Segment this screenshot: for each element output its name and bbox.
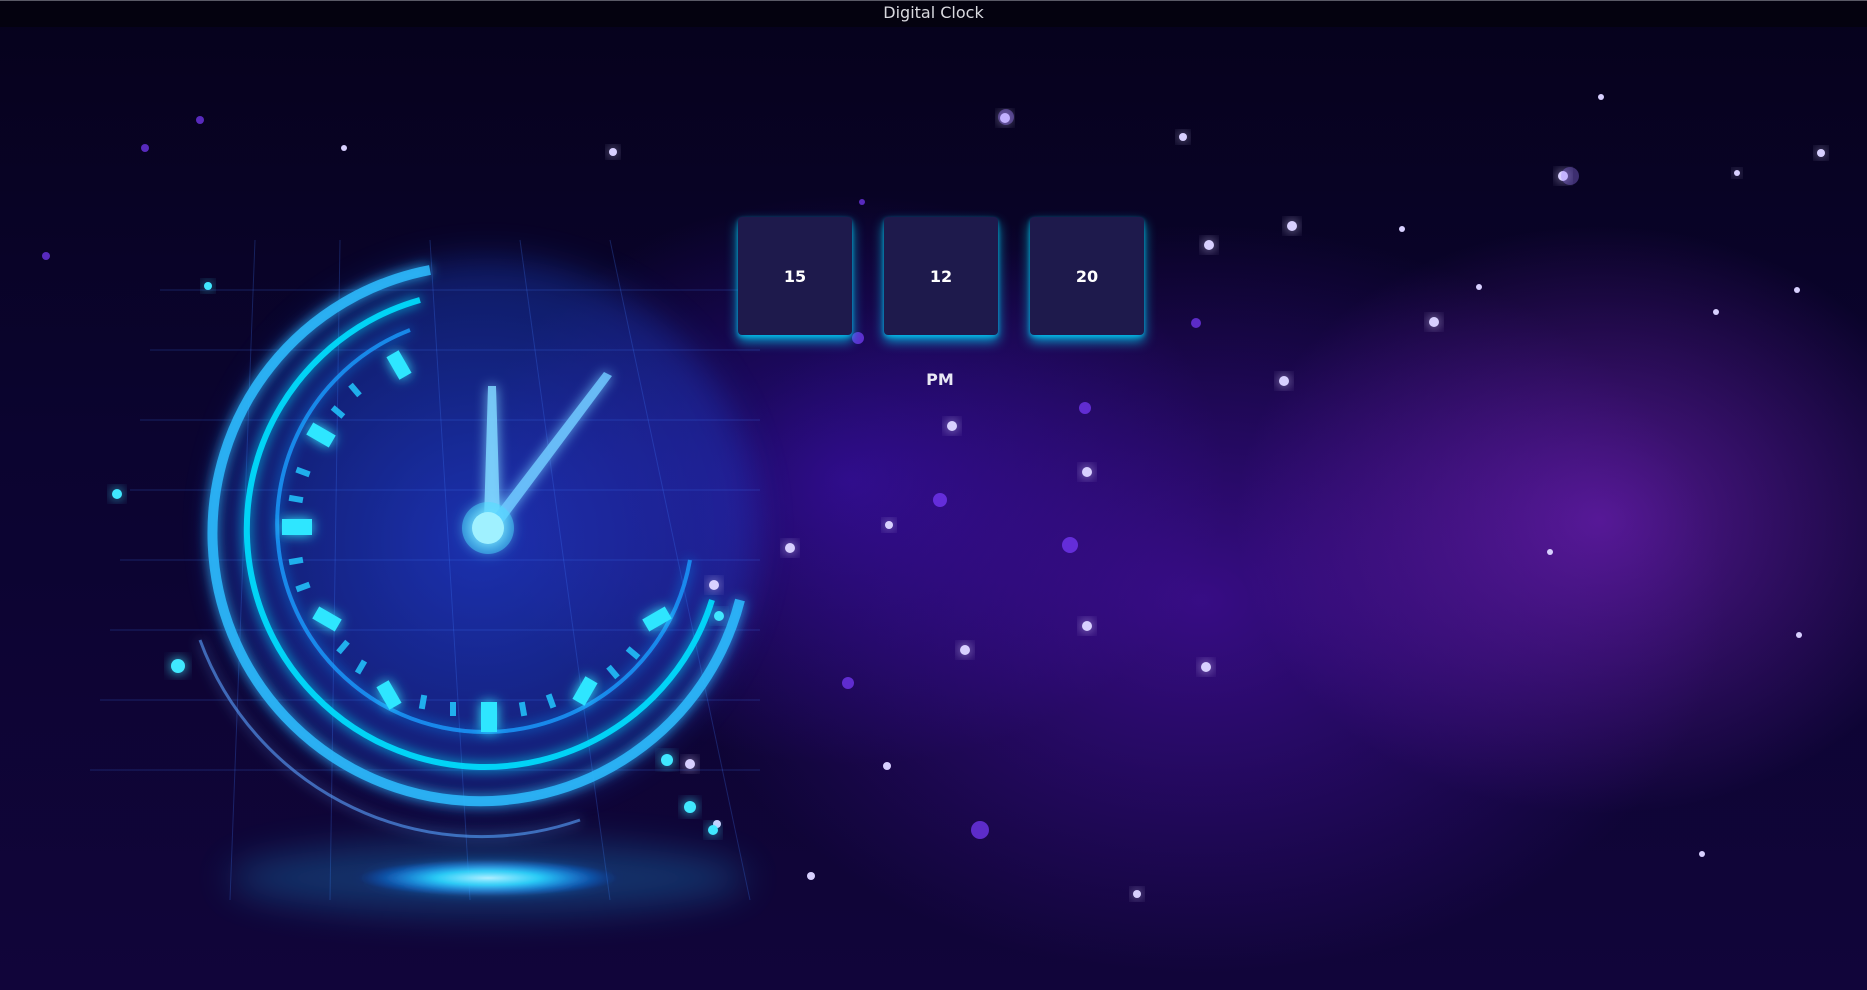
window-title: Digital Clock [883,3,984,22]
analog-clock-illustration [42,94,1825,914]
title-bar: Digital Clock [0,0,1867,27]
app-window: Digital Clock 15 12 20 PM [0,0,1867,990]
minutes-display: 12 [884,217,998,335]
am-pm-indicator: PM [926,370,954,389]
seconds-display: 20 [1030,217,1144,335]
hours-display: 15 [738,217,852,335]
